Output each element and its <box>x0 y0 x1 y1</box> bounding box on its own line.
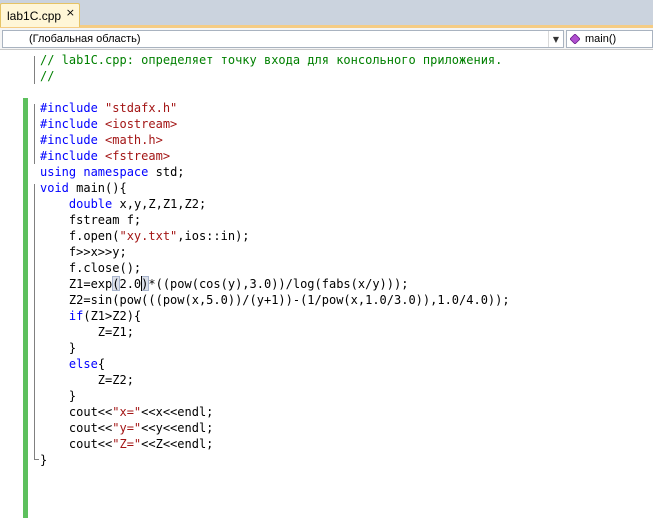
scope-dropdown[interactable]: (Глобальная область) ▼ <box>2 30 564 48</box>
code-token: "y=" <box>112 421 142 435</box>
code-token: #include <box>40 149 106 163</box>
code-token: ,ios::in); <box>177 229 250 243</box>
code-token: <<x<<endl; <box>141 405 214 419</box>
code-token: (Z1>Z2){ <box>83 309 142 323</box>
code-token: "x=" <box>112 405 142 419</box>
code-token: f>>x>>y; <box>40 245 127 259</box>
member-dropdown[interactable]: main() <box>566 30 653 48</box>
code-line: Z2=sin(pow(((pow(x,5.0))/(y+1))-(1/pow(x… <box>40 292 510 308</box>
code-token: using <box>40 165 77 179</box>
code-token: f.close(); <box>40 261 142 275</box>
code-line: cout<<"Z="<<Z<<endl; <box>40 436 214 452</box>
code-token: } <box>40 389 77 403</box>
outline-marker <box>34 56 35 84</box>
code-line: f>>x>>y; <box>40 244 127 260</box>
code-editor[interactable]: // lab1C.cpp: определяет точку входа для… <box>0 50 653 518</box>
code-line: #include <math.h> <box>40 132 163 148</box>
change-indicator <box>23 98 28 518</box>
code-token: namespace <box>83 165 149 179</box>
code-token: main(){ <box>68 181 127 195</box>
code-line: #include <iostream> <box>40 116 177 132</box>
code-token: } <box>40 341 77 355</box>
code-line: fstream f; <box>40 212 141 228</box>
code-token: cout<< <box>40 405 113 419</box>
code-token: // <box>40 69 55 83</box>
member-dropdown-label: main() <box>585 33 617 45</box>
code-line: } <box>40 388 76 404</box>
document-tab[interactable]: lab1C.cpp × <box>0 3 80 27</box>
code-line: else{ <box>40 356 105 372</box>
code-line: Z1=exp(2.0)*((pow(cos(y),3.0))/log(fabs(… <box>40 276 409 292</box>
outline-marker <box>34 184 35 460</box>
code-token: <fstream> <box>105 149 171 163</box>
method-icon <box>570 34 580 44</box>
code-token: "stdafx.h" <box>105 101 178 115</box>
code-line: #include "stdafx.h" <box>40 100 177 116</box>
code-line: cout<<"x="<<x<<endl; <box>40 404 214 420</box>
code-token: <<y<<endl; <box>141 421 214 435</box>
code-token: f.open( <box>40 229 120 243</box>
close-icon[interactable]: × <box>66 6 75 19</box>
code-token: if <box>68 309 84 323</box>
code-line: // lab1C.cpp: определяет точку входа для… <box>40 52 502 68</box>
code-token: <<Z<<endl; <box>141 437 214 451</box>
code-token: double <box>68 197 113 211</box>
outline-marker <box>34 459 39 460</box>
navigation-bar: (Глобальная область) ▼ main() <box>0 28 653 50</box>
code-token: Z1=exp(2.0)*((pow(cos(y),3.0))/log(fabs(… <box>40 277 409 291</box>
code-token: Z=Z1; <box>40 325 134 339</box>
code-line: using namespace std; <box>40 164 185 180</box>
code-token: cout<< <box>40 437 113 451</box>
code-line: double x,y,Z,Z1,Z2; <box>40 196 206 212</box>
code-token: #include <box>40 117 106 131</box>
code-token: void <box>40 181 69 195</box>
code-token: <iostream> <box>105 117 178 131</box>
outline-marker <box>34 104 35 164</box>
code-token: else <box>68 357 98 371</box>
code-token: Z2=sin(pow(((pow(x,5.0))/(y+1))-(1/pow(x… <box>40 293 510 307</box>
code-line: #include <fstream> <box>40 148 170 164</box>
code-token: fstream f; <box>40 213 142 227</box>
code-token: std; <box>148 165 185 179</box>
code-token: cout<< <box>40 421 113 435</box>
code-token: "Z=" <box>112 437 142 451</box>
code-line: Z=Z1; <box>40 324 134 340</box>
code-token: x,y,Z,Z1,Z2; <box>112 197 207 211</box>
code-token: Z=Z2; <box>40 373 134 387</box>
code-token: { <box>97 357 106 371</box>
code-token: #include <box>40 101 106 115</box>
code-line: f.close(); <box>40 260 141 276</box>
scope-dropdown-label: (Глобальная область) <box>29 33 141 45</box>
code-line: cout<<"y="<<y<<endl; <box>40 420 214 436</box>
document-tab-label: lab1C.cpp <box>7 8 62 23</box>
code-token: <math.h> <box>105 133 163 147</box>
code-token: "xy.txt" <box>119 229 178 243</box>
code-token: // lab1C.cpp: определяет точку входа для… <box>40 53 503 67</box>
code-line: if(Z1>Z2){ <box>40 308 141 324</box>
code-line: f.open("xy.txt",ios::in); <box>40 228 250 244</box>
code-line: // <box>40 68 54 84</box>
code-line: } <box>40 452 47 468</box>
chevron-down-icon[interactable]: ▼ <box>548 31 563 47</box>
code-line: Z=Z2; <box>40 372 134 388</box>
code-token: } <box>40 453 48 467</box>
editor-gutter <box>0 50 23 511</box>
document-tab-strip: lab1C.cpp × <box>0 0 653 28</box>
code-line: void main(){ <box>40 180 127 196</box>
code-line: } <box>40 340 76 356</box>
code-token: #include <box>40 133 106 147</box>
text-caret <box>141 276 143 291</box>
editor-window: lab1C.cpp × (Глобальная область) ▼ main(… <box>0 0 653 518</box>
